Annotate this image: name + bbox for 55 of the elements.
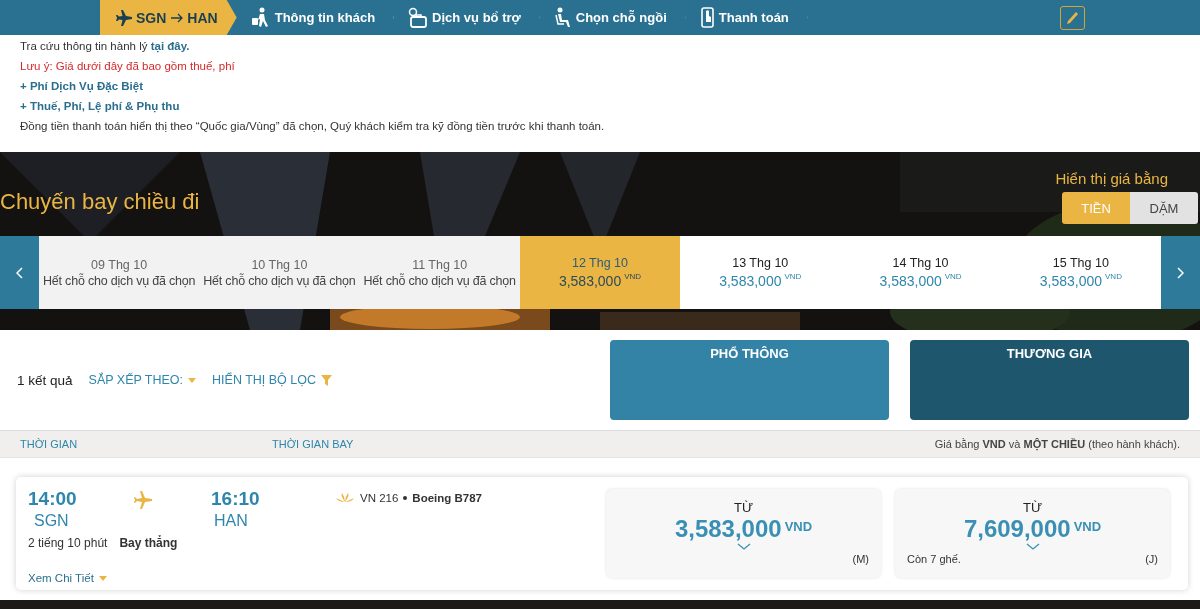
caret-icon: [98, 575, 107, 581]
section-heading: Chuyến bay chiều đi: [0, 188, 200, 216]
date-option[interactable]: 11 Thg 10 Hết chỗ cho dịch vụ đã chọn: [359, 236, 520, 309]
aircraft-type: Boeing B787: [412, 492, 483, 504]
price-note: Giá bằng VND và MỘT CHIỀU (theo hành khách).: [934, 438, 1180, 450]
next-button[interactable]: [1160, 236, 1200, 309]
seat-icon: [553, 7, 572, 28]
date-option[interactable]: 12 Thg 10 3,583,000 $^{VND}$: [519, 236, 681, 309]
flight-number: VN 216: [360, 492, 399, 504]
lotus-logo-icon: [335, 493, 355, 503]
fare-option[interactable]: TỪ 3,583,000$^{VND}$ (M): [606, 489, 881, 578]
flight-duration: 2 tiếng 10 phút: [28, 536, 108, 550]
info-link[interactable]: + Phí Dịch Vụ Đặc Biệt: [20, 76, 1200, 96]
arrival-time: 16:10: [211, 488, 261, 510]
airplane-icon: [116, 9, 132, 26]
chevron-right-icon: [1176, 266, 1185, 279]
date-option[interactable]: 10 Thg 10 Hết chỗ cho dịch vụ đã chọn: [199, 236, 360, 309]
stops-label: Bay thẳng: [119, 536, 178, 550]
cabin-header[interactable]: PHỔ THÔNG: [610, 340, 889, 420]
filter-button[interactable]: HIỂN THỊ BỘ LỌC: [212, 373, 332, 387]
airplane-icon: [133, 490, 153, 510]
arrow-icon: [170, 11, 184, 24]
column-header: THỜI GIAN BAY: [272, 438, 355, 450]
pencil-icon: [1064, 9, 1081, 26]
result-count: 1 kết quả: [17, 372, 73, 388]
airport-code: SGN: [34, 512, 70, 530]
details-link[interactable]: Xem Chi Tiết: [28, 572, 592, 584]
departure-time: 14:00: [28, 488, 78, 510]
column-header: THỜI GIAN: [20, 438, 79, 450]
chevron-left-icon: [15, 266, 24, 279]
toggle-label: Hiển thị giá bằng: [1055, 170, 1168, 187]
chevron-down-icon: [736, 543, 751, 550]
payment-icon: [699, 7, 715, 28]
date-option[interactable]: 13 Thg 10 3,583,000 $^{VND}$: [680, 236, 841, 309]
airport-code: HAN: [214, 512, 249, 530]
info-text: Đồng tiền thanh toán hiển thị theo “Quốc gia/Vùng” đã chọn, Quý khách kiểm tra kỹ đồng tiền trước khi thanh toán.: [20, 119, 606, 134]
chevron-down-icon: [1025, 543, 1040, 550]
caret-icon: [188, 377, 197, 383]
toggle-option[interactable]: DẶM: [1130, 192, 1198, 224]
traveler-icon: [250, 7, 271, 28]
luggage-icon: [408, 7, 429, 28]
baggage-link[interactable]: tại đây.: [150, 40, 190, 52]
info-text: Lưu ý: Giá dưới đây đã bao gồm thuế, phí: [20, 59, 236, 74]
date-option[interactable]: 15 Thg 10 3,583,000 $^{VND}$: [1000, 236, 1161, 309]
date-option[interactable]: 09 Thg 10 Hết chỗ cho dịch vụ đã chọn: [39, 236, 200, 309]
cabin-header[interactable]: THƯƠNG GIA: [910, 340, 1189, 420]
date-option[interactable]: 14 Thg 10 3,583,000 $^{VND}$: [840, 236, 1001, 309]
step-tab[interactable]: SGN HAN: [100, 0, 237, 35]
edit-button[interactable]: [1060, 5, 1085, 30]
info-text: Tra cứu thông tin hành lý tại đây.: [20, 39, 191, 55]
sort-dropdown[interactable]: SẮP XẾP THEO:: [88, 373, 197, 387]
separator-dot: [403, 496, 408, 500]
info-link[interactable]: + Thuế, Phí, Lệ phí & Phụ thu: [20, 96, 1200, 116]
fare-option[interactable]: TỪ 7,609,000$^{VND}$ Còn 7 ghế. (J): [895, 489, 1170, 578]
filter-icon: [321, 374, 332, 386]
